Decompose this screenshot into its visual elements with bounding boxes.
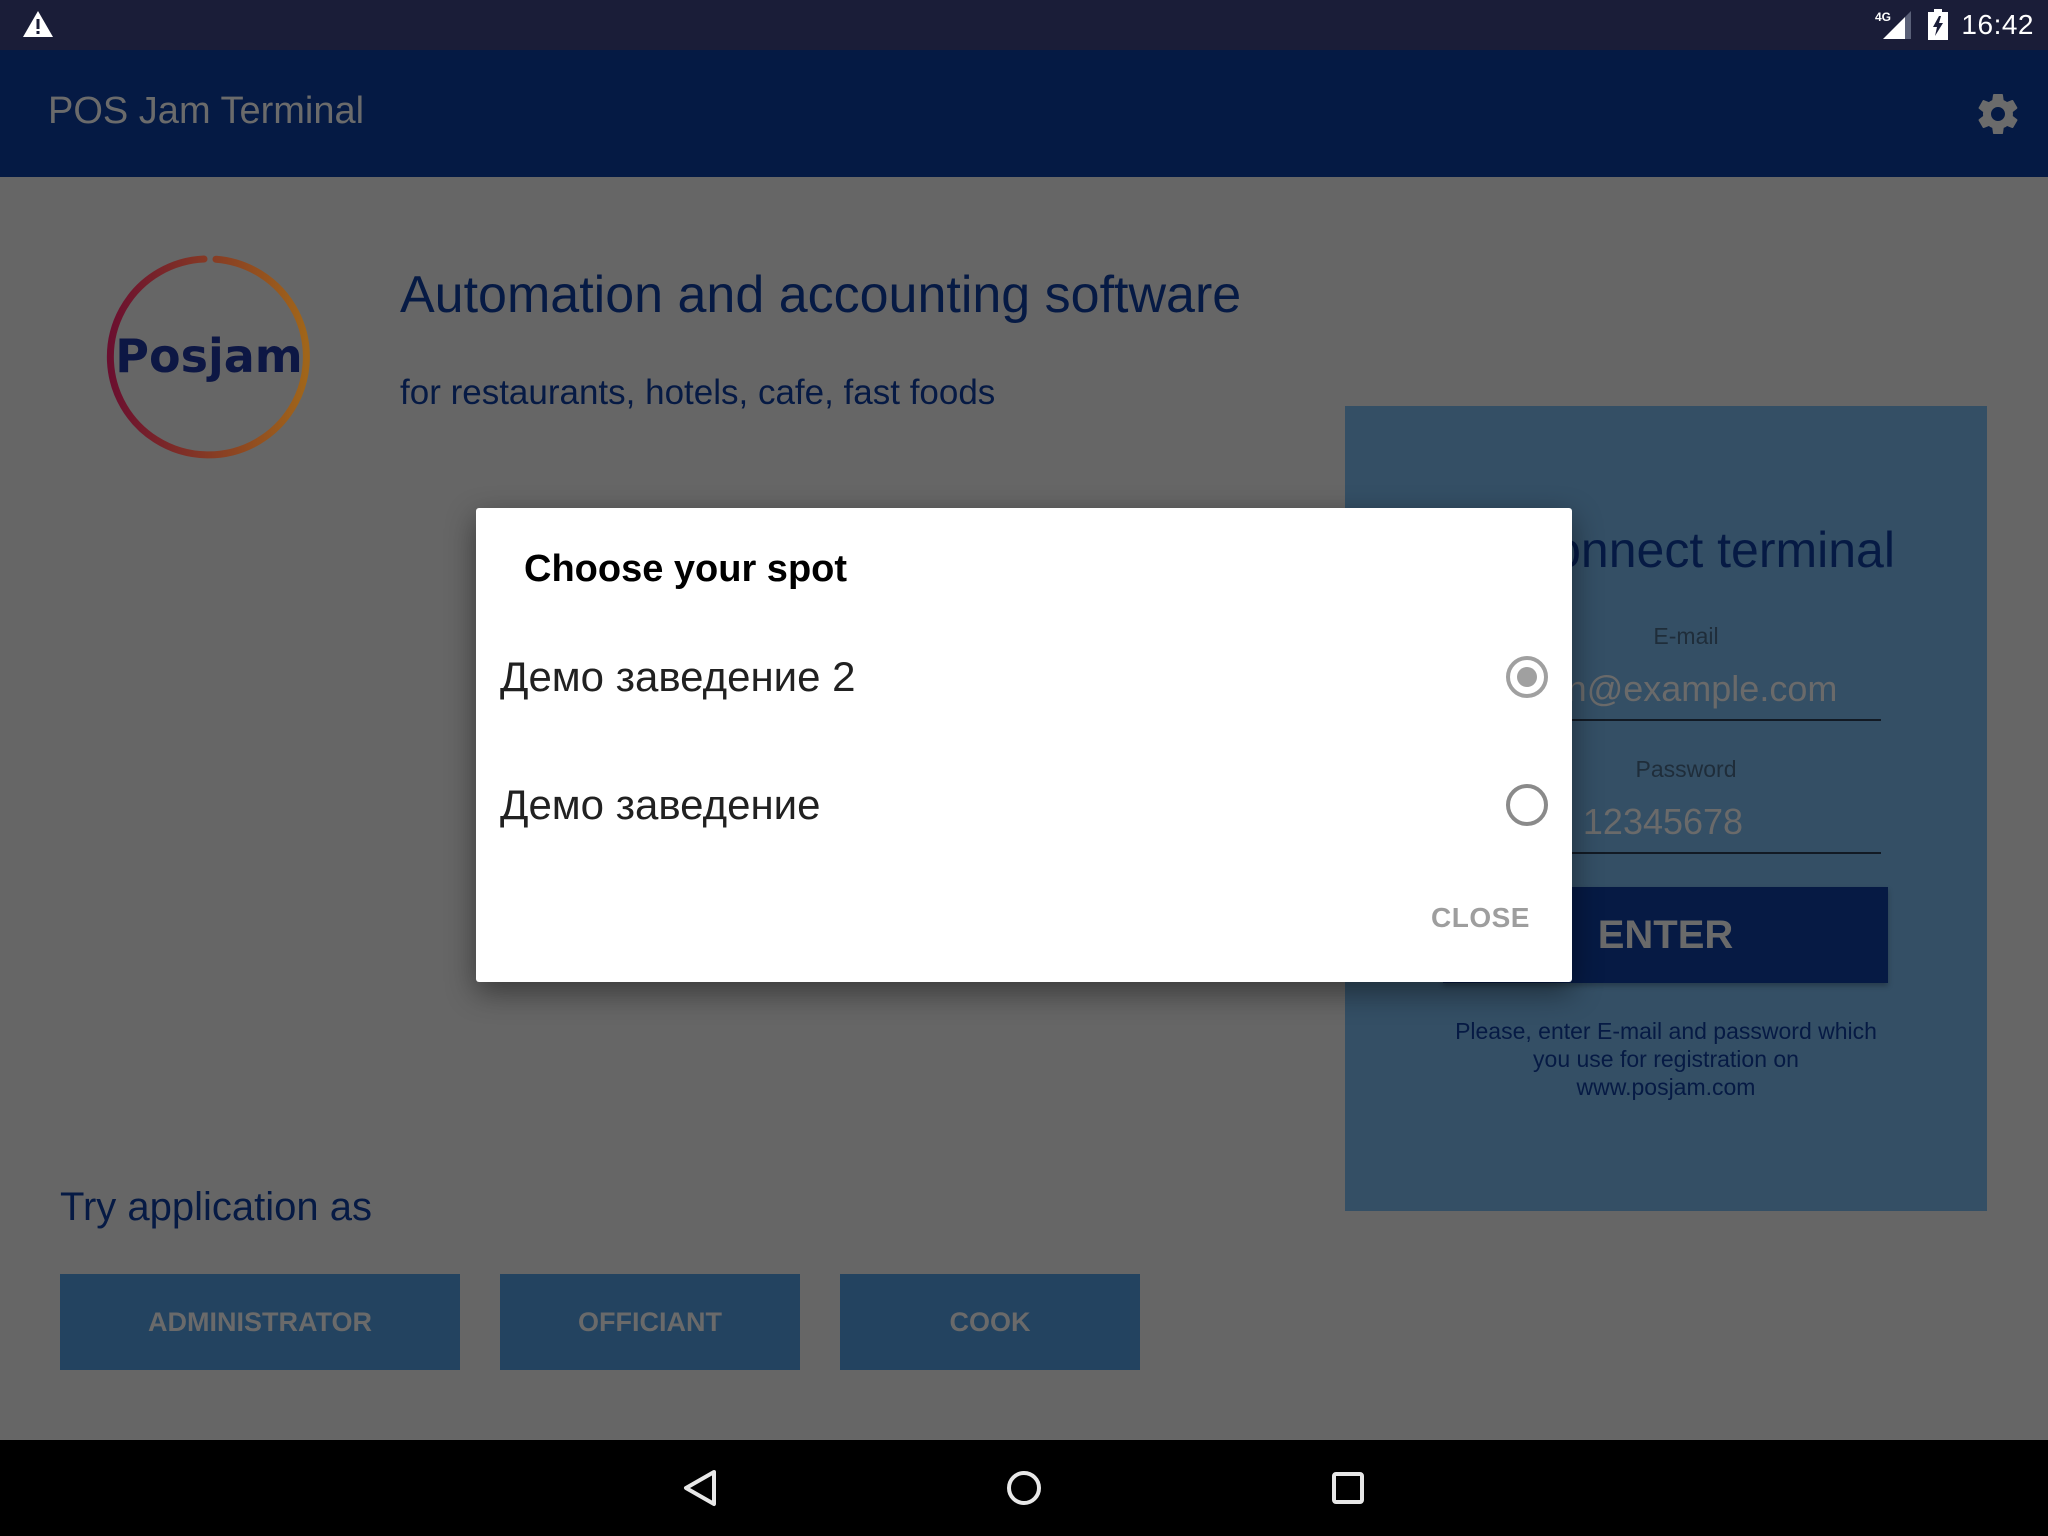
- spot-option[interactable]: Демо заведение 2: [476, 618, 1572, 738]
- signal-icon: 4G: [1875, 10, 1912, 39]
- officiant-button[interactable]: OFFICIANT: [500, 1274, 800, 1370]
- clock: 16:42: [1961, 9, 2034, 40]
- network-type-label: 4G: [1875, 10, 1891, 24]
- radio-selected-icon[interactable]: [1506, 656, 1548, 698]
- subline: for restaurants, hotels, cafe, fast food…: [400, 373, 996, 412]
- spot-option-label: Демо заведение: [500, 781, 821, 828]
- spot-option[interactable]: Демо заведение: [476, 746, 1572, 866]
- spot-option-label: Демо заведение 2: [500, 653, 856, 700]
- battery-charging-icon: [1928, 9, 1949, 40]
- back-icon[interactable]: [670, 1458, 730, 1518]
- home-icon[interactable]: [994, 1458, 1054, 1518]
- posjam-logo: Posjam: [106, 255, 310, 459]
- warning-icon: [23, 11, 53, 37]
- app-bar: POS Jam Terminal: [0, 50, 2048, 177]
- navigation-bar: [0, 1440, 2048, 1536]
- choose-spot-dialog: Choose your spot Демо заведение 2 Демо з…: [476, 508, 1572, 982]
- logo-text: Posjam: [115, 329, 302, 383]
- status-indicators: 4G 16:42: [1875, 0, 2034, 50]
- radio-unselected-icon[interactable]: [1506, 784, 1548, 826]
- screen: 4G 16:42 POS Jam Terminal Posjam Automat…: [0, 0, 2048, 1536]
- recents-icon[interactable]: [1318, 1458, 1378, 1518]
- gear-icon[interactable]: [1974, 90, 2022, 138]
- close-button[interactable]: CLOSE: [1431, 902, 1530, 934]
- status-bar: 4G 16:42: [0, 0, 2048, 50]
- cook-button[interactable]: COOK: [840, 1274, 1140, 1370]
- try-as-label: Try application as: [60, 1185, 372, 1229]
- dialog-title: Choose your spot: [524, 548, 848, 590]
- administrator-button[interactable]: ADMINISTRATOR: [60, 1274, 460, 1370]
- app-title: POS Jam Terminal: [48, 90, 365, 132]
- headline: Automation and accounting software: [400, 266, 1242, 324]
- login-hint: Please, enter E-mail and password which …: [1455, 1018, 1877, 1100]
